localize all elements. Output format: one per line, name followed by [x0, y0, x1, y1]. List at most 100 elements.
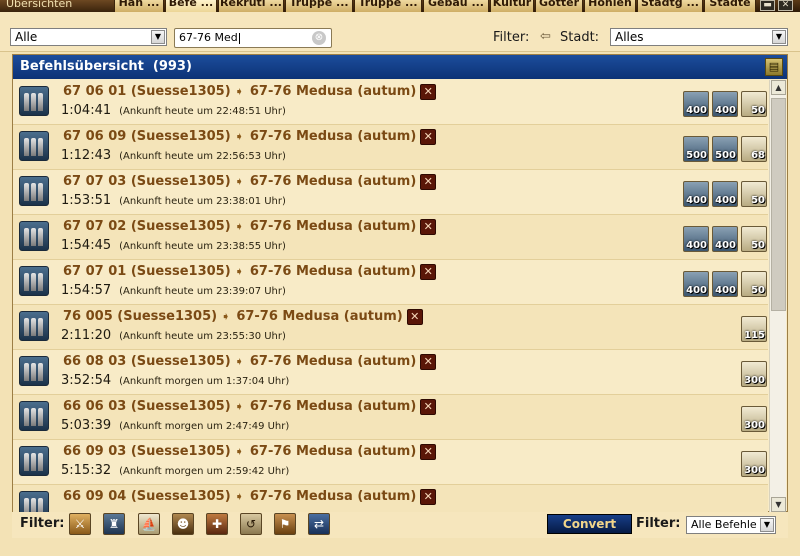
command-row[interactable]: 66 08 03 (Suesse1305) ➧ 67-76 Medusa (autu…	[13, 350, 768, 395]
cancel-command-icon[interactable]: ✕	[420, 129, 437, 145]
tab-trade[interactable]: Han ...	[114, 0, 164, 12]
origin-player-link[interactable]: (Suesse1305)	[131, 129, 231, 144]
cancel-command-icon[interactable]: ✕	[420, 219, 437, 235]
origin-town-link[interactable]: 66 09 03	[63, 444, 126, 459]
cancel-command-icon[interactable]: ✕	[420, 354, 437, 370]
command-row[interactable]: 66 09 03 (Suesse1305) ➧ 67-76 Medusa (autu…	[13, 440, 768, 485]
search-input[interactable]: 67-76 Med ⊗	[174, 28, 332, 48]
unit-list: 400 400 50	[680, 226, 767, 254]
target-player-link[interactable]: (autum)	[357, 489, 416, 504]
origin-town-link[interactable]: 66 06 03	[63, 399, 126, 414]
command-row[interactable]: 66 06 03 (Suesse1305) ➧ 67-76 Medusa (autu…	[13, 395, 768, 440]
stadt-select[interactable]: Alles ▼	[610, 28, 788, 46]
target-town-link[interactable]: 67-76 Medusa	[250, 219, 353, 234]
origin-town-link[interactable]: 76 005	[63, 309, 113, 324]
clear-search-icon[interactable]: ⊗	[312, 31, 326, 45]
origin-player-link[interactable]: (Suesse1305)	[131, 399, 231, 414]
cancel-command-icon[interactable]: ✕	[420, 174, 437, 190]
scrollbar-thumb[interactable]	[771, 98, 786, 311]
command-row[interactable]: 67 07 03 (Suesse1305) ➧ 67-76 Medusa (autu…	[13, 170, 768, 215]
cancel-command-icon[interactable]: ✕	[420, 264, 437, 280]
scroll-down-icon[interactable]: ▼	[771, 497, 786, 512]
back-arrow-icon[interactable]: ⇦	[540, 30, 554, 44]
target-town-link[interactable]: 67-76 Medusa	[250, 174, 353, 189]
unit-count: 50	[751, 195, 765, 206]
attack-icon[interactable]: ⚔	[69, 513, 91, 535]
origin-player-link[interactable]: (Suesse1305)	[117, 309, 217, 324]
trade-icon[interactable]: ⇄	[308, 513, 330, 535]
origin-town-link[interactable]: 66 08 03	[63, 354, 126, 369]
command-type-select[interactable]: Alle ▼	[10, 28, 167, 46]
export-icon[interactable]: ▤	[765, 58, 783, 76]
minimize-button[interactable]: ▬	[760, 0, 775, 11]
ship-icon[interactable]: ⛵	[138, 513, 160, 535]
target-player-link[interactable]: (autum)	[344, 309, 403, 324]
cancel-command-icon[interactable]: ✕	[420, 84, 437, 100]
support-icon[interactable]: ✚	[206, 513, 228, 535]
origin-player-link[interactable]: (Suesse1305)	[131, 174, 231, 189]
target-player-link[interactable]: (autum)	[357, 354, 416, 369]
command-row[interactable]: 67 07 01 (Suesse1305) ➧ 67-76 Medusa (autu…	[13, 260, 768, 305]
arrival-time: (Ankunft morgen um 2:59:42 Uhr)	[119, 466, 290, 477]
command-timing: 5:15:32 (Ankunft morgen um 2:59:42 Uhr)	[61, 463, 289, 478]
target-player-link[interactable]: (autum)	[357, 444, 416, 459]
cancel-command-icon[interactable]: ✕	[420, 489, 437, 505]
tab-town-groups[interactable]: Stadtg ...	[637, 0, 703, 12]
origin-town-link[interactable]: 67 07 01	[63, 264, 126, 279]
origin-town-link[interactable]: 67 06 09	[63, 129, 126, 144]
target-town-link[interactable]: 67-76 Medusa	[250, 129, 353, 144]
origin-town-link[interactable]: 67 07 02	[63, 219, 126, 234]
tab-troops-2[interactable]: Truppe ...	[354, 0, 422, 12]
command-filter-select[interactable]: Alle Befehle ▼	[686, 516, 776, 534]
return-icon[interactable]: ↺	[240, 513, 262, 535]
scrollbar[interactable]: ▲ ▼	[769, 80, 786, 512]
target-player-link[interactable]: (autum)	[357, 84, 416, 99]
target-player-link[interactable]: (autum)	[357, 399, 416, 414]
cancel-command-icon[interactable]: ✕	[420, 399, 437, 415]
target-player-link[interactable]: (autum)	[357, 264, 416, 279]
origin-player-link[interactable]: (Suesse1305)	[131, 489, 231, 504]
origin-player-link[interactable]: (Suesse1305)	[131, 354, 231, 369]
origin-player-link[interactable]: (Suesse1305)	[131, 264, 231, 279]
tab-buildings[interactable]: Gebäu ...	[423, 0, 489, 12]
convert-button[interactable]: Convert	[547, 514, 632, 534]
target-player-link[interactable]: (autum)	[357, 219, 416, 234]
troops-icon[interactable]: ♜	[103, 513, 125, 535]
target-town-link[interactable]: 67-76 Medusa	[250, 489, 353, 504]
ship-unit-icon: 50	[741, 181, 767, 207]
target-town-link[interactable]: 67-76 Medusa	[250, 84, 353, 99]
command-row[interactable]: 76 005 (Suesse1305) ➧ 67-76 Medusa (autum)…	[13, 305, 768, 350]
command-type-icon	[19, 356, 49, 386]
command-row[interactable]: 66 09 04 (Suesse1305) ➧ 67-76 Medusa (autu…	[13, 485, 768, 512]
spy-icon[interactable]: ☻	[172, 513, 194, 535]
target-player-link[interactable]: (autum)	[357, 174, 416, 189]
tab-commands[interactable]: Befe ...	[165, 0, 217, 12]
origin-player-link[interactable]: (Suesse1305)	[131, 444, 231, 459]
conquer-icon[interactable]: ⚑	[274, 513, 296, 535]
tab-culture[interactable]: Kultur	[490, 0, 534, 12]
tab-caves[interactable]: Höhlen	[584, 0, 636, 12]
target-town-link[interactable]: 67-76 Medusa	[236, 309, 339, 324]
arrival-time: (Ankunft morgen um 1:37:04 Uhr)	[119, 376, 290, 387]
target-town-link[interactable]: 67-76 Medusa	[250, 264, 353, 279]
tab-troops-1[interactable]: Truppe ...	[285, 0, 353, 12]
tab-towns[interactable]: Städte	[704, 0, 756, 12]
cancel-command-icon[interactable]: ✕	[420, 444, 437, 460]
origin-town-link[interactable]: 66 09 04	[63, 489, 126, 504]
target-town-link[interactable]: 67-76 Medusa	[250, 354, 353, 369]
origin-town-link[interactable]: 67 07 03	[63, 174, 126, 189]
target-player-link[interactable]: (autum)	[357, 129, 416, 144]
close-button[interactable]: ✕	[778, 0, 793, 11]
tab-gods[interactable]: Götter	[535, 0, 583, 12]
cancel-command-icon[interactable]: ✕	[406, 309, 423, 325]
command-row[interactable]: 67 06 09 (Suesse1305) ➧ 67-76 Medusa (autu…	[13, 125, 768, 170]
command-row[interactable]: 67 07 02 (Suesse1305) ➧ 67-76 Medusa (autu…	[13, 215, 768, 260]
target-town-link[interactable]: 67-76 Medusa	[250, 399, 353, 414]
origin-player-link[interactable]: (Suesse1305)	[131, 84, 231, 99]
origin-player-link[interactable]: (Suesse1305)	[131, 219, 231, 234]
command-row[interactable]: 67 06 01 (Suesse1305) ➧ 67-76 Medusa (autu…	[13, 80, 768, 125]
scroll-up-icon[interactable]: ▲	[771, 80, 786, 95]
origin-town-link[interactable]: 67 06 01	[63, 84, 126, 99]
target-town-link[interactable]: 67-76 Medusa	[250, 444, 353, 459]
tab-recruit[interactable]: Rekruti ...	[218, 0, 284, 12]
